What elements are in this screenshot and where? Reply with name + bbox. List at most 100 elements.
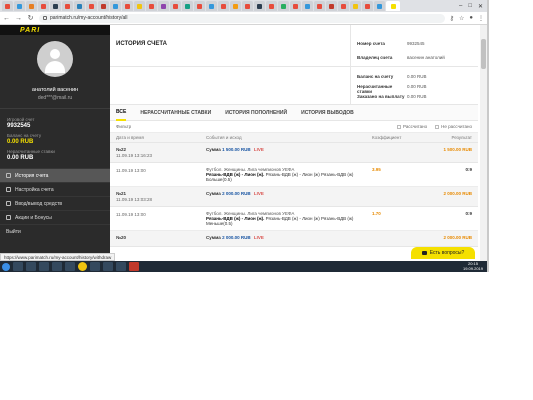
taskbar-app-icon[interactable]: [90, 262, 100, 271]
sum-label: Сумма: [206, 235, 221, 240]
browser-tab[interactable]: [2, 1, 13, 11]
browser-tab[interactable]: [218, 1, 229, 11]
page-scrollbar[interactable]: [480, 25, 487, 261]
back-icon[interactable]: ←: [3, 15, 10, 22]
browser-tab[interactable]: [86, 1, 97, 11]
star-icon[interactable]: ☆: [459, 15, 464, 22]
balance-label: Баланс на счету: [7, 133, 42, 138]
filter-unsettled-checkbox[interactable]: Не рассчитано: [435, 124, 472, 129]
key-icon[interactable]: ⚷: [450, 15, 454, 22]
chat-bubble-icon: [421, 251, 427, 255]
browser-tab[interactable]: [98, 1, 109, 11]
address-bar[interactable]: parimatch.ru/my-account/history/all: [39, 13, 445, 23]
taskbar-app-icon[interactable]: [116, 262, 126, 271]
account-summary: Игровой счет 9932545 Баланс на счету 0.0…: [0, 109, 110, 161]
browser-tab-active[interactable]: [386, 1, 400, 11]
browser-tab[interactable]: [242, 1, 253, 11]
browser-tab[interactable]: [314, 1, 325, 11]
opera-icon[interactable]: [129, 262, 139, 271]
browser-tab[interactable]: [122, 1, 133, 11]
browser-tab[interactable]: [302, 1, 313, 11]
windows-taskbar: 20:15 19.09.2019: [0, 261, 487, 272]
bet-summary-row[interactable]: №21 11.09.19 13:03:28 Сумма 2 000.00 RUB…: [110, 187, 478, 207]
browser-tab[interactable]: [62, 1, 73, 11]
browser-tab[interactable]: [194, 1, 205, 11]
browser-tab[interactable]: [38, 1, 49, 11]
bet-result: 1 500.00 RUB: [443, 147, 472, 152]
lock-icon: [43, 16, 47, 20]
bet-number: №20: [116, 235, 127, 240]
browser-tab[interactable]: [74, 1, 85, 11]
browser-tab[interactable]: [290, 1, 301, 11]
browser-tab[interactable]: [110, 1, 121, 11]
browser-tab[interactable]: [338, 1, 349, 11]
account-number-label: Игровой счет: [7, 117, 35, 122]
filter-bar: Фильтр Рассчитано Не рассчитано: [110, 121, 478, 133]
browser-tab[interactable]: [26, 1, 37, 11]
taskbar-app-icon[interactable]: [39, 262, 49, 271]
browser-tab[interactable]: [182, 1, 193, 11]
account-header: ИСТОРИЯ СЧЕТА Номер счета 9932545 Владел…: [110, 25, 478, 67]
sidebar-item-logout[interactable]: Выйти: [0, 224, 110, 238]
taskbar-app-icon[interactable]: [26, 262, 36, 271]
minimize-icon[interactable]: –: [459, 3, 462, 10]
taskbar-app-icon[interactable]: [13, 262, 23, 271]
bet-summary-row[interactable]: №20 Сумма 2 000.00 RUB LIVE 2 000.00 RUB: [110, 231, 478, 247]
tab-favicon-icon: [185, 3, 190, 9]
bet-summary-row[interactable]: №22 11.09.19 13:16:23 Сумма 1 500.00 RUB…: [110, 143, 478, 163]
sidebar-item-label: Акции и Бонусы: [15, 214, 52, 221]
sidebar-item-history[interactable]: История счета: [0, 168, 110, 182]
browser-tab[interactable]: [230, 1, 241, 11]
browser-tab[interactable]: [158, 1, 169, 11]
browser-tab[interactable]: [254, 1, 265, 11]
sidebar-item-settings[interactable]: Настройка счета: [0, 182, 110, 196]
filter-settled-checkbox[interactable]: Рассчитано: [397, 124, 427, 129]
reload-icon[interactable]: ↻: [27, 14, 34, 22]
tab-deposits[interactable]: ИСТОРИЯ ПОПОЛНЕНИЙ: [225, 105, 287, 121]
chrome-icon[interactable]: [78, 262, 87, 271]
tab-unsettled[interactable]: НЕРАССЧИТАННЫЕ СТАВКИ: [140, 105, 211, 121]
forward-icon[interactable]: →: [15, 15, 22, 22]
taskbar-clock[interactable]: 20:15 19.09.2019: [463, 261, 483, 271]
browser-tab[interactable]: [350, 1, 361, 11]
tab-all[interactable]: ВСЕ: [116, 105, 127, 121]
filter-label: Фильтр: [116, 124, 132, 129]
balance-value: 0.00 RUB: [7, 139, 34, 145]
sidebar-item-bonuses[interactable]: Акции и Бонусы: [0, 210, 110, 224]
browser-tab[interactable]: [266, 1, 277, 11]
profile-icon[interactable]: ●: [469, 15, 473, 22]
settings-icon: [6, 187, 11, 192]
browser-tab[interactable]: [146, 1, 157, 11]
tab-withdrawals[interactable]: ИСТОРИЯ ВЫВОДОВ: [301, 105, 354, 121]
browser-tab[interactable]: [50, 1, 61, 11]
wallet-icon: [6, 201, 11, 206]
brand-logo[interactable]: PARI: [0, 25, 110, 35]
address-bar-url: parimatch.ru/my-account/history/all: [50, 15, 128, 21]
start-icon[interactable]: [2, 262, 10, 271]
browser-tab[interactable]: [362, 1, 373, 11]
unsettled-value: 0.00 RUB: [7, 155, 34, 161]
taskbar-app-icon[interactable]: [52, 262, 62, 271]
page-title: ИСТОРИЯ СЧЕТА: [116, 41, 167, 47]
menu-dots-icon[interactable]: ⋮: [478, 15, 484, 22]
sidebar-item-deposit-withdraw[interactable]: Ввод/вывод средств: [0, 196, 110, 210]
browser-tab[interactable]: [278, 1, 289, 11]
maximize-icon[interactable]: □: [468, 3, 472, 10]
browser-tab[interactable]: [326, 1, 337, 11]
taskbar-app-icon[interactable]: [103, 262, 113, 271]
avatar: [37, 41, 73, 77]
taskbar-app-icon[interactable]: [65, 262, 75, 271]
browser-tab[interactable]: [134, 1, 145, 11]
browser-tab[interactable]: [170, 1, 181, 11]
close-icon[interactable]: ✕: [478, 3, 483, 10]
info-label: Номер счета: [357, 41, 385, 46]
scrollbar-thumb[interactable]: [481, 39, 486, 69]
tab-favicon-icon: [197, 3, 202, 9]
browser-tab[interactable]: [206, 1, 217, 11]
browser-tab[interactable]: [374, 1, 385, 11]
browser-tab[interactable]: [14, 1, 25, 11]
bet-amount: 2 000.00 RUB: [222, 191, 251, 196]
chat-widget-button[interactable]: Есть вопросы?: [411, 247, 475, 259]
sidebar-item-label: История счета: [15, 172, 49, 179]
column-header: Дата и время: [116, 135, 144, 140]
